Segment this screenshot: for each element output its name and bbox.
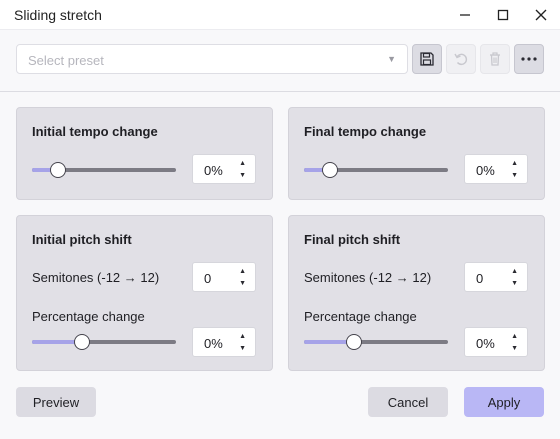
initial-tempo-spinbox[interactable]: 0% ▲ ▼ bbox=[192, 154, 256, 184]
slider-thumb[interactable] bbox=[49, 162, 66, 178]
initial-pitch-percent-value: 0% bbox=[204, 336, 223, 351]
decrement-arrow-icon[interactable]: ▼ bbox=[511, 172, 518, 180]
semitones-label: Semitones (-12 → 12) bbox=[32, 270, 160, 285]
initial-tempo-title: Initial tempo change bbox=[32, 124, 158, 139]
cancel-button[interactable]: Cancel bbox=[368, 387, 448, 417]
final-pitch-slider[interactable] bbox=[304, 334, 448, 350]
decrement-arrow-icon[interactable]: ▼ bbox=[511, 345, 518, 353]
slider-thumb[interactable] bbox=[321, 162, 338, 178]
increment-arrow-icon[interactable]: ▲ bbox=[239, 160, 246, 168]
final-pitch-panel: Final pitch shift Semitones (-12 → 12) 0… bbox=[288, 215, 545, 371]
save-preset-button[interactable] bbox=[412, 44, 442, 74]
semitones-label: Semitones (-12 → 12) bbox=[304, 270, 432, 285]
preset-toolbar: Select preset ▼ bbox=[0, 30, 560, 92]
final-pitch-percent-spinbox[interactable]: 0% ▲ ▼ bbox=[464, 327, 528, 357]
decrement-arrow-icon[interactable]: ▼ bbox=[511, 280, 518, 288]
chevron-down-icon: ▼ bbox=[387, 54, 396, 64]
slider-thumb[interactable] bbox=[74, 334, 91, 350]
initial-semitones-value: 0 bbox=[204, 271, 212, 286]
final-pitch-percent-value: 0% bbox=[476, 336, 495, 351]
maximize-button[interactable] bbox=[491, 4, 515, 26]
final-tempo-spinbox[interactable]: 0% ▲ ▼ bbox=[464, 154, 528, 184]
decrement-arrow-icon[interactable]: ▼ bbox=[239, 345, 246, 353]
increment-arrow-icon[interactable]: ▲ bbox=[239, 268, 246, 276]
decrement-arrow-icon[interactable]: ▼ bbox=[239, 172, 246, 180]
final-tempo-value: 0% bbox=[476, 163, 495, 178]
ellipsis-icon bbox=[521, 57, 537, 61]
final-tempo-panel: Final tempo change 0% ▲ ▼ bbox=[288, 107, 545, 200]
percentage-change-label: Percentage change bbox=[32, 309, 145, 324]
delete-preset-button[interactable] bbox=[480, 44, 510, 74]
percentage-change-label: Percentage change bbox=[304, 309, 417, 324]
initial-tempo-slider[interactable] bbox=[32, 162, 176, 178]
final-semitones-spinbox[interactable]: 0 ▲ ▼ bbox=[464, 262, 528, 292]
minimize-icon bbox=[460, 14, 470, 16]
minimize-button[interactable] bbox=[453, 4, 477, 26]
initial-semitones-spinbox[interactable]: 0 ▲ ▼ bbox=[192, 262, 256, 292]
preset-placeholder: Select preset bbox=[28, 53, 104, 68]
initial-tempo-value: 0% bbox=[204, 163, 223, 178]
increment-arrow-icon[interactable]: ▲ bbox=[511, 160, 518, 168]
initial-tempo-panel: Initial tempo change 0% ▲ ▼ bbox=[16, 107, 273, 200]
window-title: Sliding stretch bbox=[14, 7, 102, 23]
close-button[interactable] bbox=[529, 4, 553, 26]
title-bar: Sliding stretch bbox=[0, 0, 560, 30]
apply-button[interactable]: Apply bbox=[464, 387, 544, 417]
preset-dropdown[interactable]: Select preset ▼ bbox=[16, 44, 408, 74]
initial-pitch-percent-spinbox[interactable]: 0% ▲ ▼ bbox=[192, 327, 256, 357]
floppy-disk-icon bbox=[420, 52, 434, 66]
preview-button[interactable]: Preview bbox=[16, 387, 96, 417]
undo-icon bbox=[454, 53, 468, 66]
close-icon bbox=[535, 9, 547, 21]
trash-icon bbox=[490, 52, 500, 66]
final-semitones-value: 0 bbox=[476, 271, 484, 286]
slider-thumb[interactable] bbox=[346, 334, 363, 350]
increment-arrow-icon[interactable]: ▲ bbox=[511, 268, 518, 276]
undo-button[interactable] bbox=[446, 44, 476, 74]
more-options-button[interactable] bbox=[514, 44, 544, 74]
final-pitch-title: Final pitch shift bbox=[304, 232, 401, 247]
initial-pitch-title: Initial pitch shift bbox=[32, 232, 132, 247]
final-tempo-slider[interactable] bbox=[304, 162, 448, 178]
final-tempo-title: Final tempo change bbox=[304, 124, 427, 139]
maximize-icon bbox=[497, 9, 509, 21]
initial-pitch-panel: Initial pitch shift Semitones (-12 → 12)… bbox=[16, 215, 273, 371]
increment-arrow-icon[interactable]: ▲ bbox=[239, 333, 246, 341]
decrement-arrow-icon[interactable]: ▼ bbox=[239, 280, 246, 288]
increment-arrow-icon[interactable]: ▲ bbox=[511, 333, 518, 341]
initial-pitch-slider[interactable] bbox=[32, 334, 176, 350]
